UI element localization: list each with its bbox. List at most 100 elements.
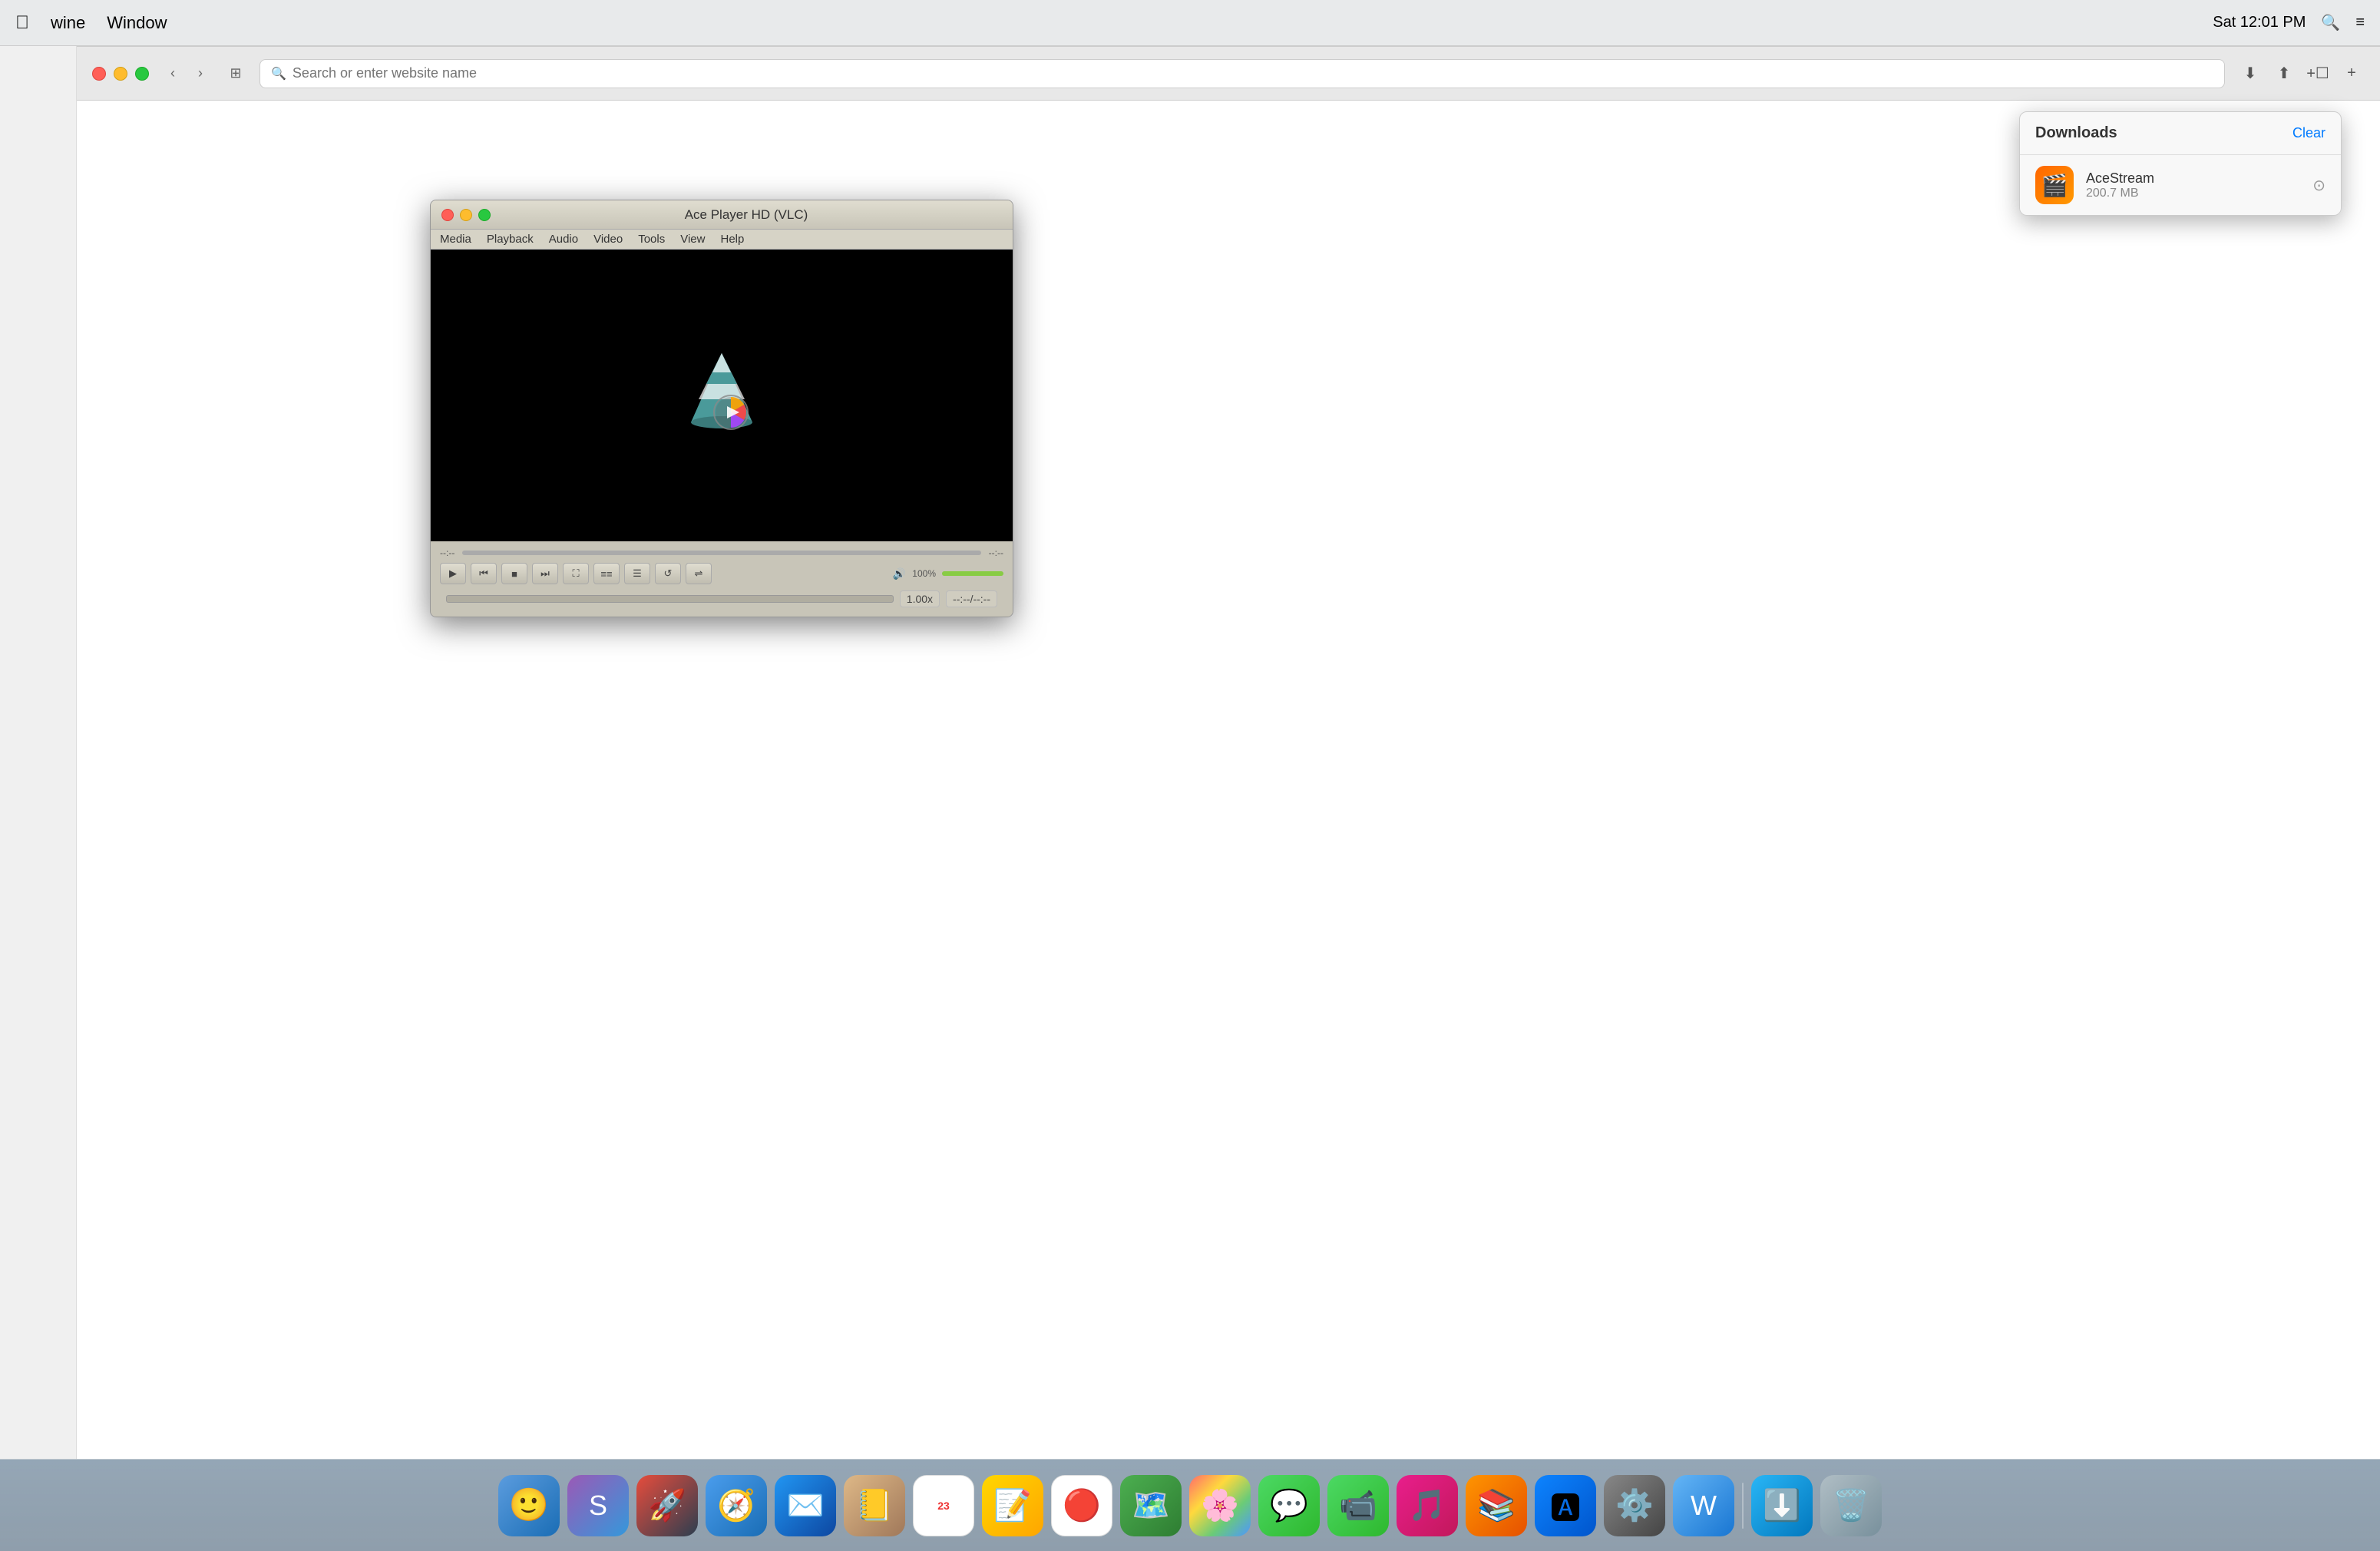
download-info: AceStream 200.7 MB bbox=[2086, 170, 2300, 200]
vlc-titlebar: Ace Player HD (VLC) bbox=[431, 200, 1013, 230]
vlc-time-left: --:-- bbox=[440, 547, 455, 558]
messages-icon: 💬 bbox=[1270, 1487, 1308, 1523]
dock-item-downloads[interactable]: ⬇️ bbox=[1751, 1475, 1813, 1536]
download-name: AceStream bbox=[2086, 170, 2300, 187]
dock-item-books[interactable]: 📚 bbox=[1466, 1475, 1527, 1536]
dock-item-contacts[interactable]: 📒 bbox=[844, 1475, 905, 1536]
minimize-button[interactable] bbox=[114, 67, 127, 81]
download-button[interactable]: ⬇ bbox=[2237, 61, 2263, 87]
vlc-shuffle-button[interactable]: ⇌ bbox=[686, 563, 712, 584]
mail-icon: ✉️ bbox=[786, 1487, 825, 1523]
nav-buttons: ‹ › bbox=[161, 62, 212, 85]
notification-icon[interactable]: ≡ bbox=[2355, 14, 2365, 31]
dock-item-safari[interactable]: 🧭 bbox=[706, 1475, 767, 1536]
dock-item-facetime[interactable]: 📹 bbox=[1327, 1475, 1389, 1536]
clear-button[interactable]: Clear bbox=[2292, 125, 2325, 141]
browser-traffic-lights bbox=[92, 67, 149, 81]
dock-item-finder[interactable]: 🙂 bbox=[498, 1475, 560, 1536]
browser-actions: ⬇ ⬆ +☐ + bbox=[2237, 61, 2365, 87]
download-reveal-icon[interactable]: ⊙ bbox=[2312, 176, 2325, 195]
notes-icon: 📝 bbox=[993, 1487, 1032, 1523]
finder-icon: 🙂 bbox=[509, 1487, 549, 1524]
dock-item-system-preferences[interactable]: ⚙️ bbox=[1604, 1475, 1665, 1536]
vlc-window: Ace Player HD (VLC) Media Playback Audio… bbox=[430, 200, 1013, 617]
photos-icon: 🌸 bbox=[1201, 1487, 1239, 1523]
downloads-header: Downloads Clear bbox=[2020, 112, 2341, 155]
menubar-window[interactable]: Window bbox=[107, 13, 167, 33]
dock-item-launchpad[interactable]: 🚀 bbox=[636, 1475, 698, 1536]
dock-item-trash[interactable]: 🗑️ bbox=[1820, 1475, 1882, 1536]
dock-item-notes[interactable]: 📝 bbox=[982, 1475, 1043, 1536]
vlc-next-button[interactable]: ⏭ bbox=[532, 563, 558, 584]
vlc-bottom-row: 1.00x --:--/--:-- bbox=[440, 587, 1003, 610]
share-button[interactable]: ⬆ bbox=[2271, 61, 2297, 87]
back-button[interactable]: ‹ bbox=[161, 62, 184, 85]
browser-sidebar bbox=[0, 46, 77, 1459]
siri-icon: S bbox=[589, 1490, 607, 1522]
vlc-video-area bbox=[431, 250, 1013, 541]
vlc-volume-icon: 🔊 bbox=[893, 567, 906, 580]
dock-item-siri[interactable]: S bbox=[567, 1475, 629, 1536]
apple-menu[interactable]:  bbox=[15, 12, 29, 34]
desktop:  wine Window Sat 12:01 PM 🔍 ≡ ‹ › ⊞ 🔍 bbox=[0, 0, 2380, 1551]
vlc-playlist-button[interactable]: ☰ bbox=[624, 563, 650, 584]
vlc-volume-bar[interactable] bbox=[942, 571, 1003, 576]
vlc-controls: --:-- --:-- ▶ ⏮ ■ ⏭ ⛶ ≡≡ ☰ ↺ ⇌ 🔊 100% bbox=[431, 541, 1013, 617]
dock-item-photos[interactable]: 🌸 bbox=[1189, 1475, 1251, 1536]
vlc-speed-display[interactable]: 1.00x bbox=[900, 590, 940, 607]
sidebar-toggle-button[interactable]: ⊞ bbox=[224, 62, 247, 85]
downloads-icon: ⬇️ bbox=[1763, 1487, 1801, 1523]
dock-divider bbox=[1742, 1483, 1744, 1529]
address-bar[interactable]: 🔍 bbox=[259, 59, 2225, 88]
vlc-prev-button[interactable]: ⏮ bbox=[471, 563, 497, 584]
menubar-app-name[interactable]: wine bbox=[51, 13, 85, 33]
vlc-time-right: --:-- bbox=[989, 547, 1003, 558]
vlc-progress-bar[interactable] bbox=[462, 551, 980, 555]
vlc-menu-playback[interactable]: Playback bbox=[487, 233, 534, 246]
dock-item-wine[interactable]: W bbox=[1673, 1475, 1734, 1536]
dock: 🙂 S 🚀 🧭 ✉️ 📒 23 📝 🔴 🗺️ 🌸 bbox=[0, 1459, 2380, 1551]
vlc-menu-media[interactable]: Media bbox=[440, 233, 471, 246]
download-app-icon: 🎬 bbox=[2035, 166, 2074, 204]
vlc-seek-bar[interactable] bbox=[446, 595, 894, 603]
vlc-buttons-row: ▶ ⏮ ■ ⏭ ⛶ ≡≡ ☰ ↺ ⇌ 🔊 100% bbox=[440, 563, 1003, 584]
vlc-menu-help[interactable]: Help bbox=[720, 233, 744, 246]
reading-list-button[interactable]: +☐ bbox=[2305, 61, 2331, 87]
add-tab-button[interactable]: + bbox=[2339, 61, 2365, 87]
address-input[interactable] bbox=[293, 65, 2213, 81]
contacts-icon: 📒 bbox=[855, 1487, 894, 1523]
dock-item-appstore[interactable]: 🅰 bbox=[1535, 1475, 1596, 1536]
wine-icon: W bbox=[1691, 1490, 1717, 1522]
vlc-loop-button[interactable]: ↺ bbox=[655, 563, 681, 584]
vlc-menu-video[interactable]: Video bbox=[593, 233, 623, 246]
vlc-close-button[interactable] bbox=[441, 209, 454, 221]
vlc-menu-audio[interactable]: Audio bbox=[549, 233, 578, 246]
downloads-title: Downloads bbox=[2035, 124, 2117, 142]
forward-button[interactable]: › bbox=[189, 62, 212, 85]
dock-item-messages[interactable]: 💬 bbox=[1258, 1475, 1320, 1536]
vlc-equalizer-button[interactable]: ≡≡ bbox=[593, 563, 620, 584]
launchpad-icon: 🚀 bbox=[648, 1487, 686, 1523]
dock-item-calendar[interactable]: 23 bbox=[913, 1475, 974, 1536]
vlc-fullscreen-btn[interactable]: ⛶ bbox=[563, 563, 589, 584]
dock-item-maps[interactable]: 🗺️ bbox=[1120, 1475, 1182, 1536]
menubar:  wine Window Sat 12:01 PM 🔍 ≡ bbox=[0, 0, 2380, 46]
trash-icon: 🗑️ bbox=[1832, 1487, 1870, 1523]
menubar-left:  wine Window bbox=[15, 12, 167, 34]
vlc-minimize-button[interactable] bbox=[460, 209, 472, 221]
vlc-play-button[interactable]: ▶ bbox=[440, 563, 466, 584]
dock-item-itunes[interactable]: 🎵 bbox=[1397, 1475, 1458, 1536]
maximize-button[interactable] bbox=[135, 67, 149, 81]
search-icon[interactable]: 🔍 bbox=[2321, 13, 2340, 32]
vlc-volume-label: 100% bbox=[912, 568, 936, 579]
close-button[interactable] bbox=[92, 67, 106, 81]
vlc-volume-fill bbox=[942, 571, 1003, 576]
vlc-menu-tools[interactable]: Tools bbox=[638, 233, 665, 246]
vlc-menu-view[interactable]: View bbox=[680, 233, 705, 246]
dock-item-mail[interactable]: ✉️ bbox=[775, 1475, 836, 1536]
vlc-fullscreen-button[interactable] bbox=[478, 209, 491, 221]
vlc-stop-button[interactable]: ■ bbox=[501, 563, 527, 584]
dock-item-reminders[interactable]: 🔴 bbox=[1051, 1475, 1112, 1536]
vlc-traffic-lights bbox=[441, 209, 491, 221]
safari-icon: 🧭 bbox=[717, 1487, 755, 1523]
